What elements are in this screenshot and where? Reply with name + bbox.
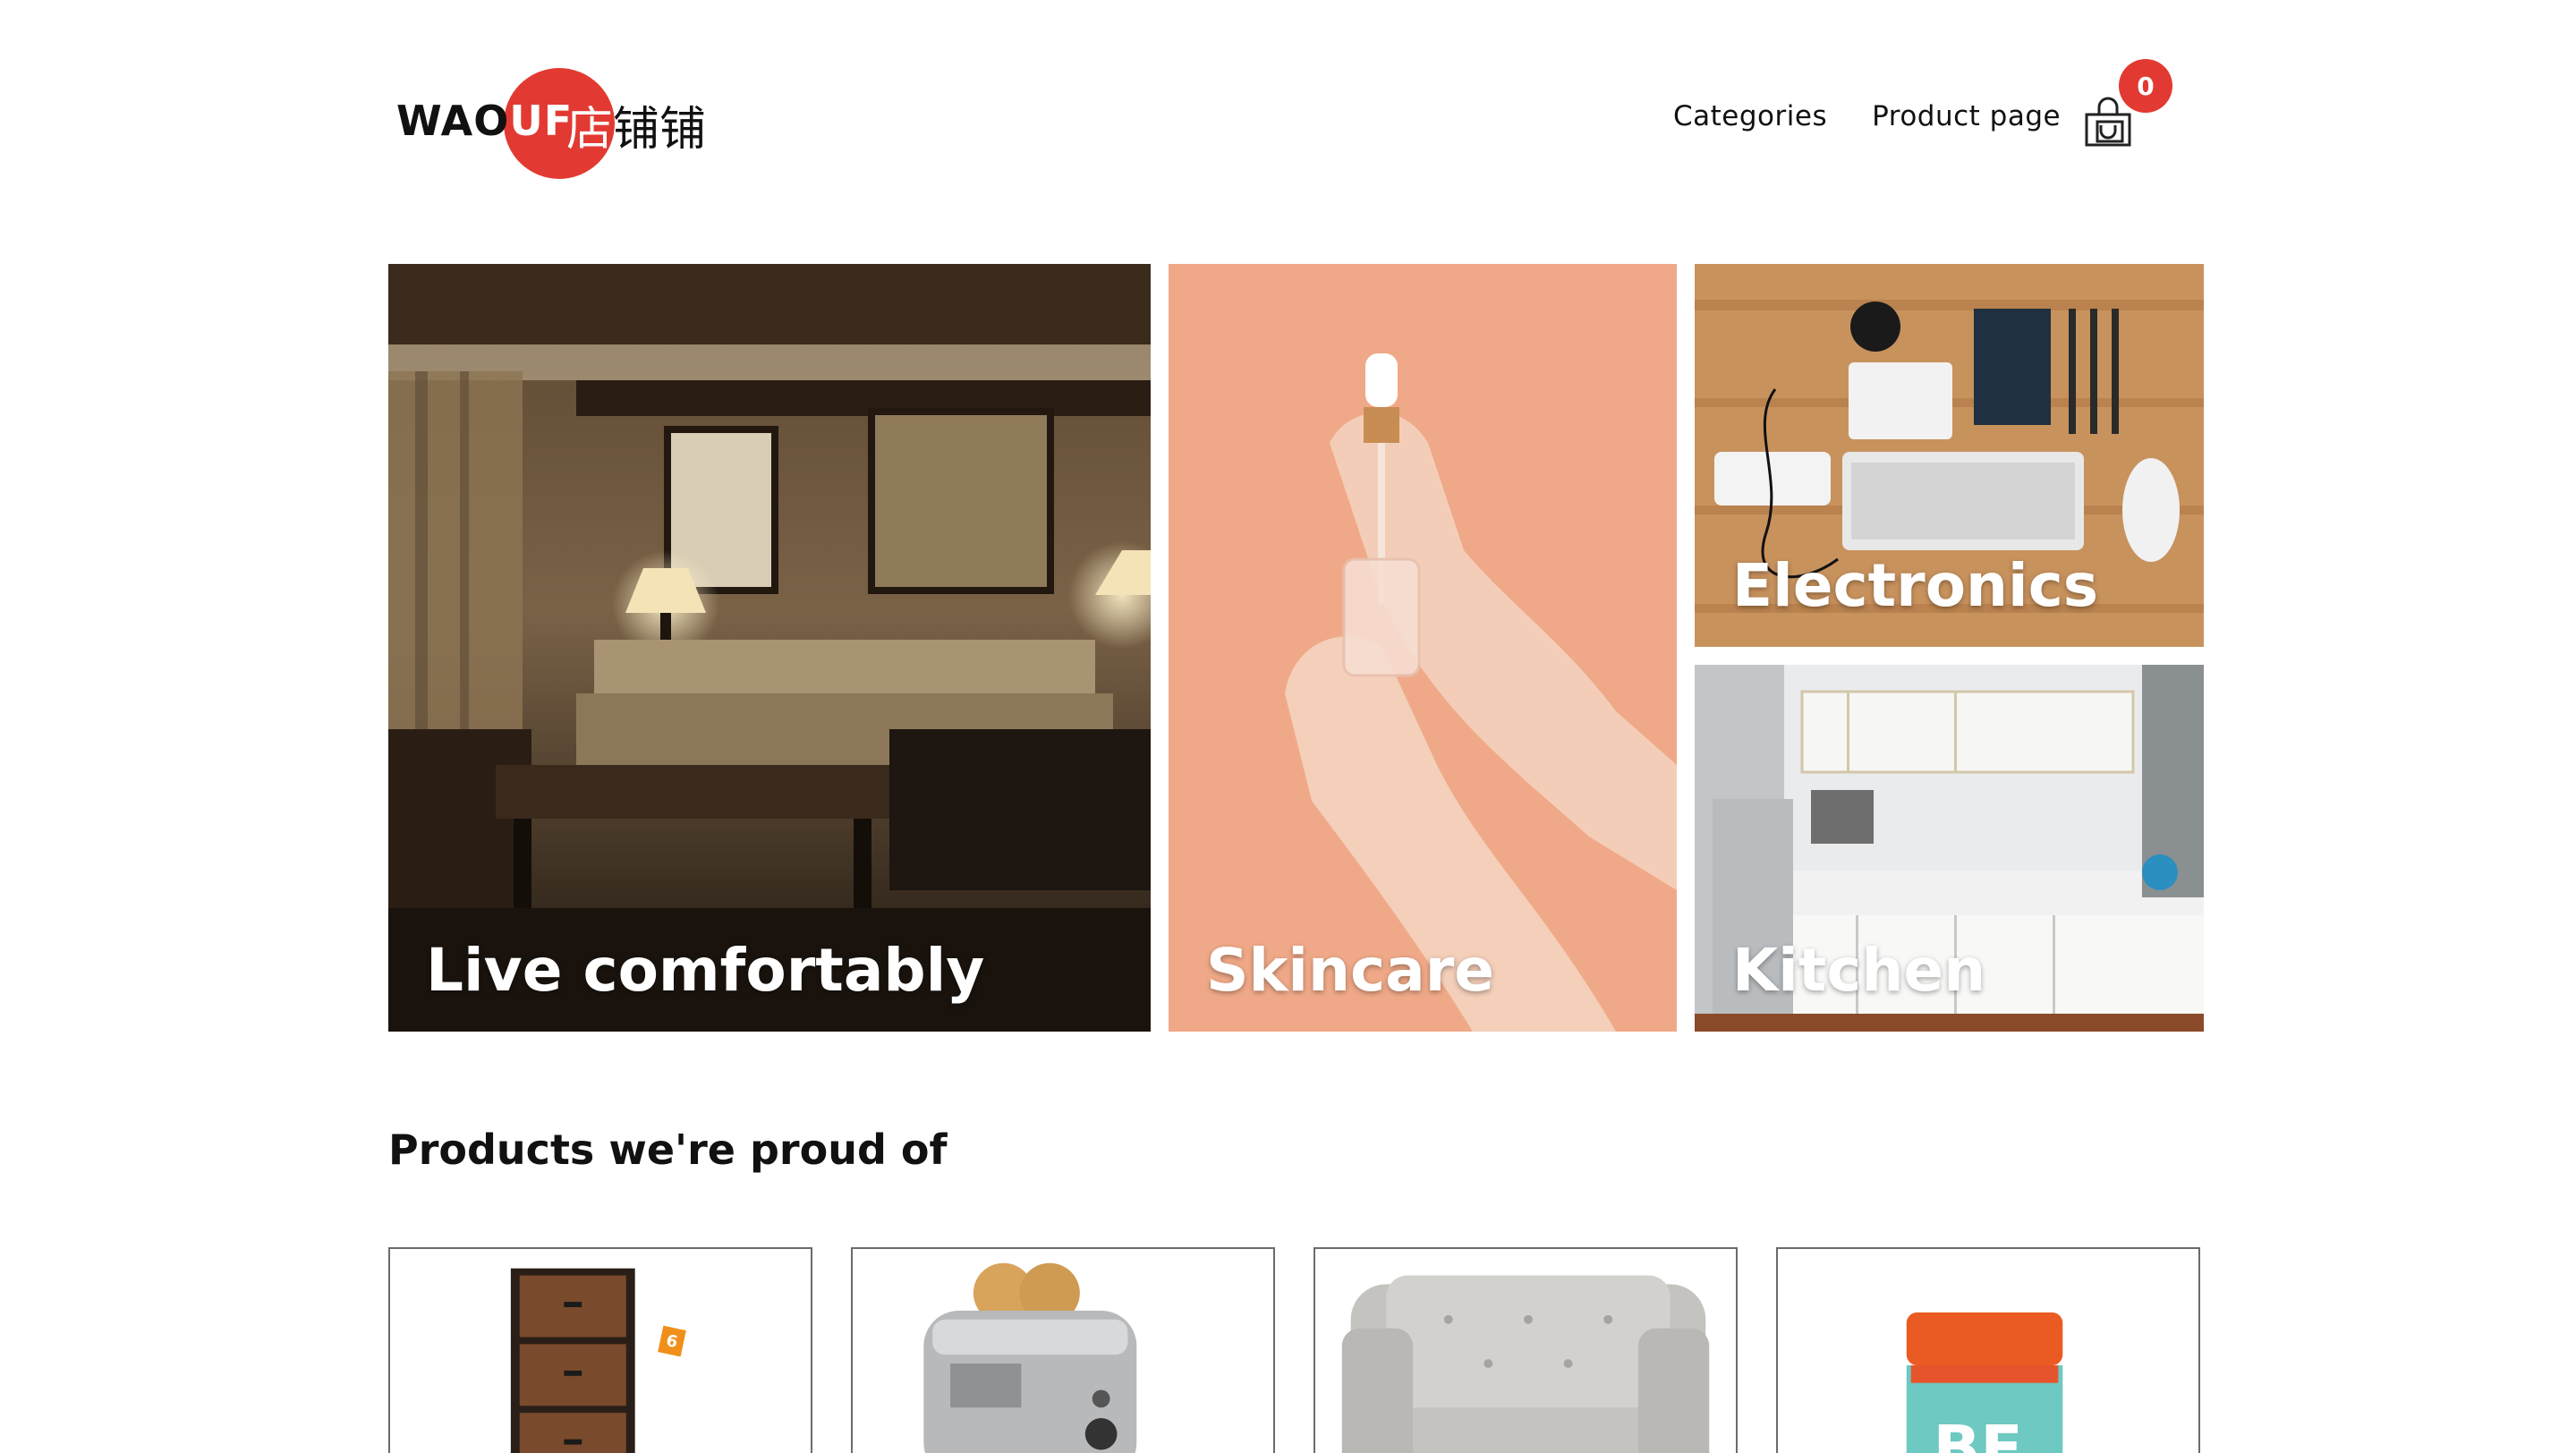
hero-tile-kitchen[interactable]: Kitchen <box>1695 665 2204 1032</box>
logo-wordmark: WAOUF <box>396 97 573 145</box>
living-room-image <box>388 264 1151 1032</box>
toaster-image <box>923 1262 1137 1453</box>
main-nav: Categories Product page <box>1673 100 2061 132</box>
cart-count-badge: 0 <box>2119 59 2172 113</box>
hero-tile-label: Live comfortably <box>426 936 985 1005</box>
product-card[interactable] <box>1314 1247 1738 1453</box>
svg-text:BE: BE <box>1934 1413 2023 1453</box>
nav-product-page[interactable]: Product page <box>1872 100 2061 132</box>
armchair-image <box>1341 1275 1710 1453</box>
hero-tile-living[interactable]: Live comfortably <box>388 264 1151 1032</box>
product-card[interactable]: BE <box>1776 1247 2200 1453</box>
logo-chinese: 店铺铺 <box>566 91 706 158</box>
logo-text-dark: WAO <box>396 97 510 145</box>
hero-tile-label: Electronics <box>1732 551 2099 620</box>
cart-button[interactable]: 0 <box>2081 59 2172 149</box>
product-card[interactable]: 6 <box>388 1247 812 1453</box>
hero-tile-electronics[interactable]: Electronics <box>1695 264 2204 647</box>
page: WAOUF 店铺铺 Categories Product page 0 Live… <box>0 0 2576 1453</box>
skincare-image <box>1169 264 1677 1032</box>
hero-tile-skincare[interactable]: Skincare <box>1169 264 1677 1032</box>
logo[interactable]: WAOUF 店铺铺 <box>396 64 736 181</box>
product-card[interactable] <box>851 1247 1275 1453</box>
hero-tile-label: Kitchen <box>1732 936 1986 1005</box>
hero-tile-label: Skincare <box>1206 936 1495 1005</box>
dresser-image <box>510 1268 635 1453</box>
supplement-bottle-image: BE <box>1906 1312 2063 1453</box>
logo-cn-rest: 铺铺 <box>613 103 707 157</box>
logo-text-red: UF <box>509 97 574 145</box>
logo-cn-first: 店 <box>566 103 614 157</box>
nav-categories[interactable]: Categories <box>1673 100 1827 132</box>
section-title: Products we're proud of <box>388 1126 948 1174</box>
